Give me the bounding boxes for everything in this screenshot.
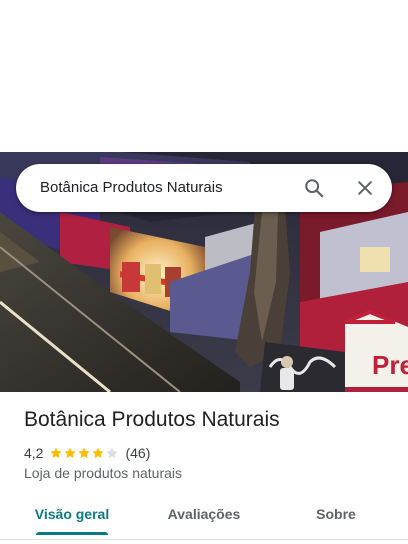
star-empty-icon (106, 447, 119, 459)
storefront-sign-text: Pre (372, 350, 408, 380)
search-icon (305, 179, 324, 198)
tab-reviews[interactable]: Avaliações (160, 496, 248, 532)
star-icon (78, 447, 91, 459)
star-rating (49, 446, 119, 460)
selected-tab-indicator (36, 532, 108, 535)
clear-search-button[interactable] (347, 170, 383, 206)
tab-overview[interactable]: Visão geral (28, 496, 116, 532)
close-icon (358, 181, 372, 195)
star-icon (64, 447, 77, 459)
place-tabs: Visão geral Avaliações Sobre (0, 496, 408, 536)
tab-about[interactable]: Sobre (300, 496, 372, 532)
rating-value: 4,2 (24, 445, 44, 461)
rating-row[interactable]: 4,2 (46) (24, 444, 150, 462)
star-icon (92, 447, 105, 459)
search-bar[interactable]: Botânica Produtos Naturais (16, 164, 392, 212)
place-name: Botânica Produtos Naturais (24, 408, 280, 431)
search-button[interactable] (296, 170, 332, 206)
tabs-divider (0, 539, 408, 540)
map-blank-area (0, 0, 408, 152)
star-icon (50, 447, 63, 459)
review-count[interactable]: (46) (125, 445, 150, 461)
place-category[interactable]: Loja de produtos naturais (24, 465, 182, 481)
search-query-text[interactable]: Botânica Produtos Naturais (40, 164, 223, 212)
